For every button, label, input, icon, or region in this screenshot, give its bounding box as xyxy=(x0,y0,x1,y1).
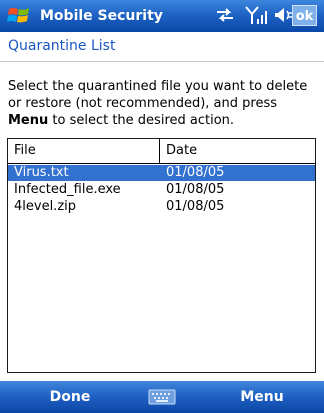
instructions-text: Select the quarantined file you want to … xyxy=(8,78,320,129)
file-name: Infected_file.exe xyxy=(14,182,121,197)
quarantine-list[interactable]: File Date Virus.txt 01/08/05 Infected_fi… xyxy=(7,138,316,373)
done-softkey[interactable]: Done xyxy=(0,381,140,413)
menu-bar: Done Menu xyxy=(0,381,324,413)
instructions-part-1: Select the quarantined file you want to … xyxy=(8,79,308,111)
file-date: 01/08/05 xyxy=(166,199,225,214)
menu-softkey[interactable]: Menu xyxy=(200,381,324,413)
list-header: File Date xyxy=(8,139,315,164)
file-date: 01/08/05 xyxy=(166,165,225,180)
page-title: Quarantine List xyxy=(8,38,116,54)
signal-strength-icon[interactable] xyxy=(244,4,268,26)
instructions-menu-word: Menu xyxy=(8,113,49,128)
windows-start-icon[interactable] xyxy=(6,3,32,29)
file-name: 4level.zip xyxy=(14,199,77,214)
file-date: 01/08/05 xyxy=(166,182,225,197)
speaker-icon[interactable] xyxy=(272,4,294,26)
file-name: Virus.txt xyxy=(14,165,69,180)
column-header-date[interactable]: Date xyxy=(159,139,315,163)
title-bar: Mobile Security ok xyxy=(0,0,324,32)
instructions-part-2: to select the desired action. xyxy=(48,113,235,128)
table-row[interactable]: 4level.zip 01/08/05 xyxy=(8,199,315,215)
keyboard-icon[interactable] xyxy=(148,388,176,406)
heading-divider xyxy=(0,61,324,62)
app-title: Mobile Security xyxy=(40,8,163,24)
column-header-file[interactable]: File xyxy=(8,139,159,163)
connectivity-icon[interactable] xyxy=(214,4,236,26)
ok-button[interactable]: ok xyxy=(292,5,317,26)
table-row[interactable]: Virus.txt 01/08/05 xyxy=(8,165,315,181)
table-row[interactable]: Infected_file.exe 01/08/05 xyxy=(8,182,315,198)
